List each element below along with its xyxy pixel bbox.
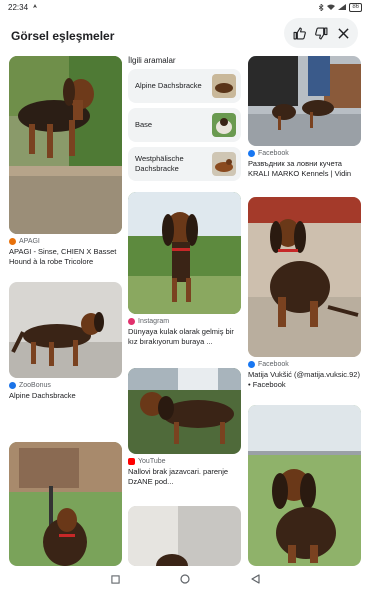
youtube-icon <box>128 458 135 465</box>
apagi-icon <box>9 238 16 245</box>
header: Görsel eşleşmeler <box>0 14 370 58</box>
result-image[interactable] <box>9 282 122 378</box>
result-caption[interactable]: Matija Vukšić (@matija.vuksic.92) • Face… <box>248 370 361 390</box>
related-search-thumbnail <box>212 113 236 137</box>
related-search-label: Alpine Dachsbracke <box>135 81 202 90</box>
result-image[interactable] <box>9 56 122 234</box>
result-image[interactable] <box>9 442 122 566</box>
result-caption[interactable]: Dünyaya kulak olarak gelmiş bir kız bıra… <box>128 327 241 347</box>
result-image[interactable] <box>128 506 241 566</box>
back-icon <box>250 574 260 584</box>
thumbs-down-button[interactable] <box>311 23 331 43</box>
thumbs-down-icon <box>314 27 327 39</box>
result-caption[interactable]: Развъдник за ловни кучета KRALI MARKO Ke… <box>248 159 361 179</box>
related-search-chip[interactable]: Alpine Dachsbracke <box>128 69 241 103</box>
result-card-partial[interactable] <box>248 405 361 566</box>
result-image[interactable] <box>128 368 241 454</box>
related-search-label: Base <box>135 120 153 129</box>
result-card-facebook-matija[interactable]: Facebook Matija Vukšić (@matija.vuksic.9… <box>248 197 361 390</box>
related-search-chip[interactable]: Base <box>128 108 241 142</box>
result-card-instagram[interactable]: Instagram Dünyaya kulak olarak gelmiş bi… <box>128 192 241 347</box>
result-caption[interactable]: Nallovi brak jazavcari. parenje DzANE po… <box>128 467 241 487</box>
result-card-zoobonus[interactable]: ZooBonus Alpine Dachsbracke <box>9 282 122 401</box>
related-search-label: Westphälische Dachsbracke <box>135 154 184 173</box>
battery-indicator: 86 <box>349 2 362 12</box>
recents-icon <box>110 574 120 584</box>
related-searches-title: İlgili aramalar <box>128 56 176 65</box>
home-icon <box>180 574 190 584</box>
result-caption[interactable]: APAGI - Sinse, CHIEN X Basset Hound à la… <box>9 247 122 267</box>
result-card-apagi[interactable]: APAGI APAGI - Sinse, CHIEN X Basset Houn… <box>9 56 122 267</box>
result-source: YouTube <box>128 458 241 465</box>
zoobonus-icon <box>9 382 16 389</box>
bluetooth-icon <box>319 3 324 11</box>
signal-icon <box>338 4 347 10</box>
instagram-icon <box>128 318 135 325</box>
home-button[interactable] <box>177 571 193 587</box>
related-search-chip[interactable]: Westphälische Dachsbracke <box>128 147 241 181</box>
status-time: 22:34 <box>8 2 29 12</box>
recents-button[interactable] <box>107 571 123 587</box>
result-card-youtube[interactable]: YouTube Nallovi brak jazavcari. parenje … <box>128 368 241 487</box>
result-image[interactable] <box>248 197 361 357</box>
close-button[interactable] <box>333 23 353 43</box>
thumbs-up-button[interactable] <box>289 23 309 43</box>
feedback-actions <box>284 18 358 48</box>
system-nav-bar <box>0 566 370 592</box>
result-card-facebook-kennel[interactable]: Facebook Развъдник за ловни кучета KRALI… <box>248 56 361 179</box>
result-card-partial[interactable] <box>9 442 122 566</box>
related-search-thumbnail <box>212 152 236 176</box>
results-column-2: İlgili aramalar Alpine Dachsbracke Base … <box>128 56 241 566</box>
page-title: Görsel eşleşmeler <box>11 29 115 43</box>
result-source: APAGI <box>9 238 122 245</box>
facebook-icon <box>248 150 255 157</box>
wifi-icon <box>327 4 336 10</box>
result-source: Instagram <box>128 318 241 325</box>
result-image[interactable] <box>248 405 361 566</box>
result-source: Facebook <box>248 361 361 368</box>
result-card-partial[interactable] <box>128 506 241 566</box>
result-source: ZooBonus <box>9 382 122 389</box>
status-bar: 22:34 86 <box>0 0 370 14</box>
related-search-thumbnail <box>212 74 236 98</box>
result-image[interactable] <box>128 192 241 314</box>
facebook-icon <box>248 361 255 368</box>
notification-icon <box>32 3 38 11</box>
thumbs-up-icon <box>293 27 306 39</box>
close-icon <box>337 27 349 39</box>
result-source: Facebook <box>248 150 361 157</box>
result-image[interactable] <box>248 56 361 146</box>
result-caption[interactable]: Alpine Dachsbracke <box>9 391 122 401</box>
back-button[interactable] <box>247 571 263 587</box>
